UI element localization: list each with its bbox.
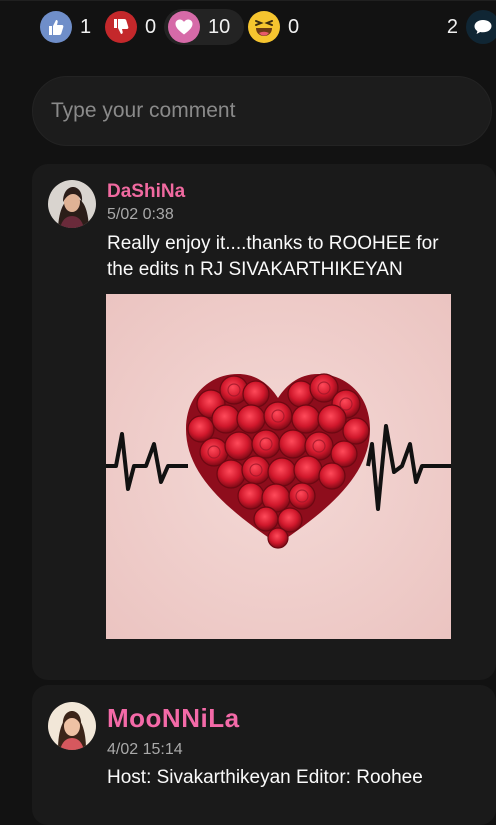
comments-count-button[interactable]: 2 <box>447 10 496 44</box>
speech-bubble-icon <box>466 10 496 44</box>
comment-author[interactable]: MooNNiLa <box>107 703 240 734</box>
comment-image[interactable] <box>106 294 451 639</box>
comment-text: Really enjoy it....thanks to ROOHEE for … <box>107 233 439 280</box>
comment-text: Host: Sivakarthikeyan Editor: Roohee <box>107 767 423 788</box>
avatar[interactable] <box>48 180 96 228</box>
comment-time: 5/02 0:38 <box>107 206 174 223</box>
thumbs-down-icon <box>105 11 137 43</box>
like-reaction-button[interactable]: 1 <box>40 10 91 44</box>
heart-icon <box>168 11 200 43</box>
dislike-count: 0 <box>145 15 157 38</box>
avatar[interactable] <box>48 702 96 750</box>
comment-author[interactable]: DaShiNa <box>107 181 185 203</box>
comment-time: 4/02 15:14 <box>107 741 183 758</box>
comments-count: 2 <box>446 15 458 38</box>
comment-card <box>32 685 496 825</box>
comment-input[interactable] <box>32 76 492 146</box>
heart-of-roses-image <box>106 294 451 639</box>
love-reaction-button[interactable]: 10 <box>164 9 245 45</box>
haha-count: 0 <box>288 15 300 38</box>
dislike-reaction-button[interactable]: 0 <box>105 10 156 44</box>
laughing-face-icon <box>248 11 280 43</box>
love-count: 10 <box>208 15 231 38</box>
reaction-bar: 1 0 10 0 2 <box>0 0 496 56</box>
haha-reaction-button[interactable]: 0 <box>248 10 299 44</box>
thumbs-up-icon <box>40 11 72 43</box>
like-count: 1 <box>80 15 92 38</box>
